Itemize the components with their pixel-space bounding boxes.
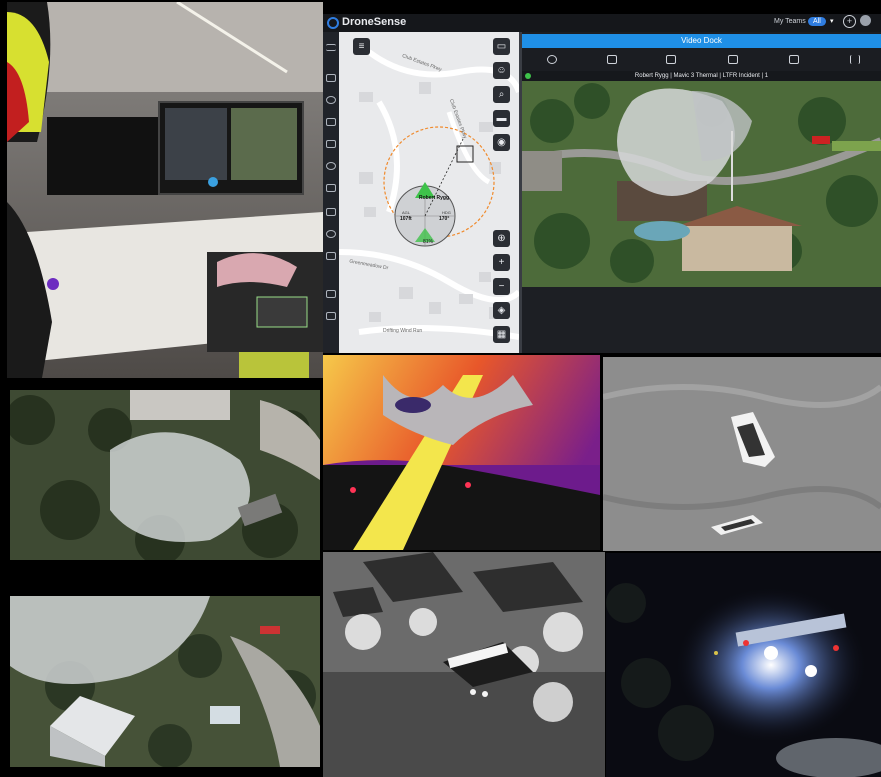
photo-firefighter-desk xyxy=(7,2,323,378)
hdg-value: 170° xyxy=(439,216,450,222)
map-panel[interactable]: Club Estates Pkwy Club Estates Pkwy Gree… xyxy=(339,32,519,353)
feed-title: Robert Rygg | Mavic 3 Thermal | LTFR Inc… xyxy=(634,73,769,79)
photo-thermal-boats xyxy=(603,357,881,551)
photo-thermal-neighborhood xyxy=(323,552,605,777)
people-icon[interactable] xyxy=(326,162,336,170)
users-icon[interactable]: ☺ xyxy=(493,62,510,79)
photo-night-scene xyxy=(606,553,881,777)
user-avatar[interactable] xyxy=(860,15,871,26)
grid-1-icon[interactable] xyxy=(728,55,738,64)
folder-icon[interactable] xyxy=(326,312,336,320)
search-icon[interactable]: ⌕ xyxy=(493,86,510,103)
layers-icon[interactable]: ◈ xyxy=(493,302,510,319)
hdg-label: HDG xyxy=(442,210,451,215)
drone-video-feed[interactable] xyxy=(522,81,881,287)
zoom-in-icon[interactable]: + xyxy=(493,254,510,271)
add-icon[interactable]: + xyxy=(843,15,856,28)
photo-thermal-color xyxy=(323,355,600,550)
list-icon[interactable]: ≡ xyxy=(353,38,370,55)
settings-icon[interactable] xyxy=(547,55,557,64)
top-bar: DroneSense My Teams All ▾ + xyxy=(323,14,881,32)
settings-icon[interactable] xyxy=(326,230,336,238)
menu-icon[interactable] xyxy=(326,44,336,51)
layers-icon[interactable] xyxy=(326,208,336,216)
chevron-down-icon[interactable]: ▾ xyxy=(830,17,834,25)
photo-smoke-aerial xyxy=(10,390,320,560)
drone-callout: Robert Rygg xyxy=(419,195,449,201)
doc-icon[interactable] xyxy=(326,290,336,298)
dronesense-window: DroneSense My Teams All ▾ + Club Estates… xyxy=(323,14,881,353)
dock-toolbar xyxy=(522,50,881,70)
live-status-icon xyxy=(525,73,531,79)
camera-off-icon[interactable] xyxy=(666,55,676,64)
chat-icon[interactable] xyxy=(326,184,336,192)
sidebar xyxy=(323,32,339,353)
agl-label: AGL xyxy=(402,210,411,215)
sos-icon[interactable] xyxy=(326,96,336,104)
photo-smoke-house xyxy=(10,596,320,767)
video-dock-header: Video Dock xyxy=(522,34,881,48)
grid-icon[interactable]: ▦ xyxy=(493,326,510,343)
feed-title-bar: Robert Rygg | Mavic 3 Thermal | LTFR Inc… xyxy=(522,71,881,81)
dock-empty-area xyxy=(522,287,881,353)
map-icon[interactable] xyxy=(326,118,336,126)
mail-icon[interactable] xyxy=(326,140,336,148)
device-icon[interactable] xyxy=(326,252,336,260)
ruler-icon[interactable]: ▬ xyxy=(493,110,510,127)
app-name: DroneSense xyxy=(342,16,407,28)
zoom-out-icon[interactable]: − xyxy=(493,278,510,295)
camera-icon[interactable] xyxy=(607,55,617,64)
agl-value: 107ft xyxy=(400,216,412,222)
dronesense-logo-icon xyxy=(327,17,339,29)
crosshair-icon[interactable]: ⊕ xyxy=(493,230,510,247)
marker-icon[interactable]: ◉ xyxy=(493,134,510,151)
clipboard-icon[interactable]: ▭ xyxy=(493,38,510,55)
grid-2-icon[interactable] xyxy=(789,55,799,64)
teams-filter-pill[interactable]: All xyxy=(808,17,826,26)
my-teams-label: My Teams xyxy=(774,18,806,25)
battery-readout: 81% xyxy=(423,239,434,245)
sort-icon[interactable] xyxy=(850,55,860,64)
home-icon[interactable] xyxy=(326,74,336,82)
street-label: Drifting Wind Run xyxy=(383,328,423,334)
